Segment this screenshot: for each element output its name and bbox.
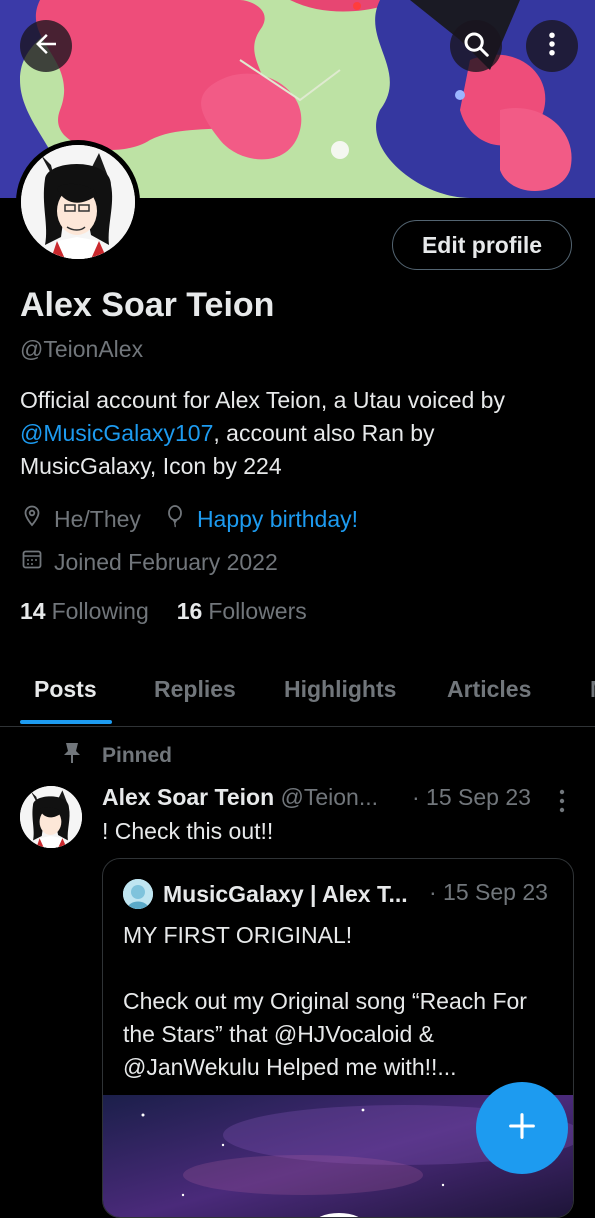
profile-meta-row: He/They Happy birthday! [20,504,358,534]
search-icon [461,29,491,64]
following-link[interactable]: 14 Following [20,598,149,625]
post-author-avatar[interactable] [20,786,82,848]
followers-count: 16 [176,598,203,624]
quoted-author-name: MusicGalaxy | Alex T... [163,880,408,907]
pin-icon [62,742,102,770]
tab-media[interactable]: M [590,676,595,703]
profile-tabs: Posts Replies Highlights Articles M [0,668,595,727]
follow-stats: 14 Following 16 Followers [20,598,307,625]
compose-post-button[interactable] [476,1082,568,1174]
pinned-label: Pinned [62,742,172,770]
following-count: 14 [20,598,46,624]
tab-articles[interactable]: Articles [447,676,531,703]
balloon-icon [163,504,197,534]
more-options-button[interactable] [526,20,578,72]
bio-text: Official account for Alex Teion, a Utau … [20,387,505,413]
back-button[interactable] [20,20,72,72]
profile-display-name: Alex Soar Teion [20,286,275,324]
tab-highlights[interactable]: Highlights [284,676,396,703]
post-header: Alex Soar Teion @Teion... [102,784,378,811]
pinned-text: Pinned [102,744,173,767]
bio-mention-link[interactable]: @MusicGalaxy107 [20,420,213,446]
quoted-post-date: · 15 Sep 23 [429,879,548,905]
post-author-name[interactable]: Alex Soar Teion [102,784,274,810]
quoted-author-avatar [123,879,153,909]
tab-replies[interactable]: Replies [154,676,236,703]
location-pin-icon [20,504,54,534]
active-tab-indicator [20,720,112,724]
tab-posts[interactable]: Posts [34,676,97,703]
profile-avatar[interactable] [16,140,140,264]
post-more-button[interactable] [554,788,570,819]
edit-profile-button[interactable]: Edit profile [392,220,572,270]
quoted-post-header: MusicGalaxy | Alex T... [123,879,408,909]
profile-bio: Official account for Alex Teion, a Utau … [20,384,560,483]
back-arrow-icon [31,29,61,64]
post-text: ! Check this out!! [102,818,274,844]
followers-label: Followers [208,598,307,624]
more-vertical-icon [554,789,570,818]
followers-link[interactable]: 16 Followers [177,598,307,625]
pronouns-text: He/They [54,505,141,532]
joined-date-text: Joined February 2022 [54,548,278,575]
birthday-link[interactable]: Happy birthday! [197,506,358,533]
post-author-handle[interactable]: @Teion... [281,784,379,810]
profile-handle: @TeionAlex [20,336,144,362]
quoted-post-text: MY FIRST ORIGINAL! Check out my Original… [123,922,527,1080]
plus-icon [505,1109,539,1148]
post-date[interactable]: · 15 Sep 23 [412,784,531,811]
following-label: Following [51,598,149,624]
joined-row: Joined February 2022 [20,547,278,577]
search-button[interactable] [450,20,502,72]
calendar-icon [20,547,54,577]
more-vertical-icon [537,29,567,64]
